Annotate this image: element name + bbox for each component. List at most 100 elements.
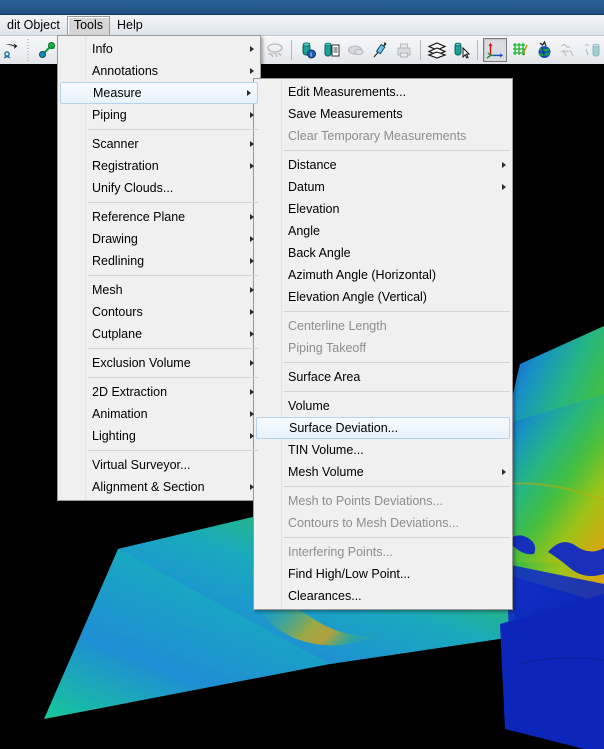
menu-item-label: Distance (288, 158, 337, 172)
menubar-item-help[interactable]: Help (110, 16, 150, 35)
menu-item-volume[interactable]: Volume (254, 395, 512, 417)
menu-item-label: Mesh Volume (288, 465, 364, 479)
menu-item-find-high-low-point[interactable]: Find High/Low Point... (254, 563, 512, 585)
menu-separator (284, 486, 510, 487)
cylinder-info-icon[interactable]: i (297, 39, 319, 61)
submenu-arrow-icon (502, 469, 506, 475)
menu-item-label: Find High/Low Point... (288, 567, 411, 581)
menu-item-surface-area[interactable]: Surface Area (254, 366, 512, 388)
menu-item-label: Surface Area (288, 370, 361, 384)
application-window: dit Object Tools Help d i Info Annotatio… (0, 0, 604, 749)
menu-item-elevation[interactable]: Elevation (254, 198, 512, 220)
menu-item-label: Cutplane (92, 327, 143, 341)
axis-coordinate-icon[interactable] (483, 38, 507, 62)
cylinder-list-icon[interactable] (321, 39, 343, 61)
svg-text:d: d (52, 45, 55, 51)
cylinder-cursor-icon[interactable] (450, 39, 472, 61)
menu-separator (88, 348, 258, 349)
toolbar-separator (420, 40, 421, 60)
menu-item-animation[interactable]: Animation (58, 403, 260, 425)
menubar-item-dit-object[interactable]: dit Object (0, 16, 67, 35)
menu-item-label: TIN Volume... (288, 443, 364, 457)
menu-item-reference-plane[interactable]: Reference Plane (58, 206, 260, 228)
menu-item-label: Mesh (92, 283, 123, 297)
menu-item-label: Drawing (92, 232, 138, 246)
menu-item-label: Lighting (92, 429, 136, 443)
toolbar-grip[interactable] (26, 39, 33, 61)
menu-item-lighting[interactable]: Lighting (58, 425, 260, 447)
menu-item-piping[interactable]: Piping (58, 104, 260, 126)
menu-item-clearances[interactable]: Clearances... (254, 585, 512, 607)
menu-item-registration[interactable]: Registration (58, 155, 260, 177)
menu-item-info[interactable]: Info (58, 38, 260, 60)
menu-item-virtual-surveyor[interactable]: Virtual Surveyor... (58, 454, 260, 476)
menu-item-label: Alignment & Section (92, 480, 205, 494)
menu-item-save-measurements[interactable]: Save Measurements (254, 103, 512, 125)
menu-item-label: Save Measurements (288, 107, 403, 121)
menu-separator (88, 450, 258, 451)
menu-item-label: Edit Measurements... (288, 85, 407, 99)
menu-item-cutplane[interactable]: Cutplane (58, 323, 260, 345)
menu-separator (88, 275, 258, 276)
menu-item-label: Info (92, 42, 113, 56)
menu-item-tin-volume[interactable]: TIN Volume... (254, 439, 512, 461)
menu-item-label: Unify Clouds... (92, 181, 174, 195)
menu-item-label: Angle (288, 224, 320, 238)
menu-separator (88, 202, 258, 203)
menu-item-unify-clouds[interactable]: Unify Clouds... (58, 177, 260, 199)
menu-item-back-angle[interactable]: Back Angle (254, 242, 512, 264)
scan-gray-icon[interactable] (557, 39, 579, 61)
menu-separator (284, 311, 510, 312)
menu-separator (88, 129, 258, 130)
layers-icon[interactable] (426, 39, 448, 61)
menu-item-label: Elevation (288, 202, 340, 216)
menu-item-label: Datum (288, 180, 325, 194)
menu-item-elevation-angle-vertical[interactable]: Elevation Angle (Vertical) (254, 286, 512, 308)
tools-menu-popup[interactable]: Info Annotations Measure Piping Scanner Regis… (57, 35, 261, 501)
menu-item-azimuth-angle-horizontal[interactable]: Azimuth Angle (Horizontal) (254, 264, 512, 286)
svg-text:i: i (310, 52, 311, 59)
measure-submenu-popup[interactable]: Edit Measurements... Save Measurements Cle… (253, 78, 513, 610)
undo-redo-icon[interactable] (1, 39, 23, 61)
menu-item-exclusion-volume[interactable]: Exclusion Volume (58, 352, 260, 374)
menu-item-contours[interactable]: Contours (58, 301, 260, 323)
menu-item-alignment-section[interactable]: Alignment & Section (58, 476, 260, 498)
menu-item-edit-measurements[interactable]: Edit Measurements... (254, 81, 512, 103)
menu-item-label: Reference Plane (92, 210, 186, 224)
menu-item-redlining[interactable]: Redlining (58, 250, 260, 272)
scan-cylinder-icon[interactable] (581, 39, 603, 61)
menu-item-scanner[interactable]: Scanner (58, 133, 260, 155)
menu-item-mesh[interactable]: Mesh (58, 279, 260, 301)
grid-green-icon[interactable] (509, 39, 531, 61)
menu-item-label: Contours (92, 305, 143, 319)
target-pick-icon[interactable]: d (36, 39, 58, 61)
menu-item-surface-deviation[interactable]: Surface Deviation... (256, 417, 510, 439)
menu-item-drawing[interactable]: Drawing (58, 228, 260, 250)
menu-item-label: Surface Deviation... (289, 421, 399, 435)
globe-icon[interactable] (533, 39, 555, 61)
submenu-arrow-icon (502, 184, 506, 190)
window-title-bar (0, 0, 604, 15)
menu-item-distance[interactable]: Distance (254, 154, 512, 176)
cloud-show-icon[interactable] (264, 39, 286, 61)
menu-item-interfering-points: Interfering Points... (254, 541, 512, 563)
menu-item-label: Annotations (92, 64, 159, 78)
menu-item-label: Azimuth Angle (Horizontal) (288, 268, 436, 282)
menu-item-piping-takeoff: Piping Takeoff (254, 337, 512, 359)
pen-measure-icon[interactable] (369, 39, 391, 61)
menu-item-angle[interactable]: Angle (254, 220, 512, 242)
menu-separator (284, 150, 510, 151)
menu-bar: dit Object Tools Help (0, 15, 604, 36)
menu-item-measure[interactable]: Measure (60, 82, 258, 104)
menu-separator (284, 362, 510, 363)
cloud-gray-icon[interactable] (345, 39, 367, 61)
menubar-item-tools[interactable]: Tools (66, 15, 110, 35)
menu-item-label: Redlining (92, 254, 145, 268)
print-gray-icon[interactable] (393, 39, 415, 61)
menu-item-datum[interactable]: Datum (254, 176, 512, 198)
menu-separator (88, 377, 258, 378)
menu-item-mesh-volume[interactable]: Mesh Volume (254, 461, 512, 483)
menu-item-label: Clearances... (288, 589, 362, 603)
menu-item-2d-extraction[interactable]: 2D Extraction (58, 381, 260, 403)
menu-item-annotations[interactable]: Annotations (58, 60, 260, 82)
